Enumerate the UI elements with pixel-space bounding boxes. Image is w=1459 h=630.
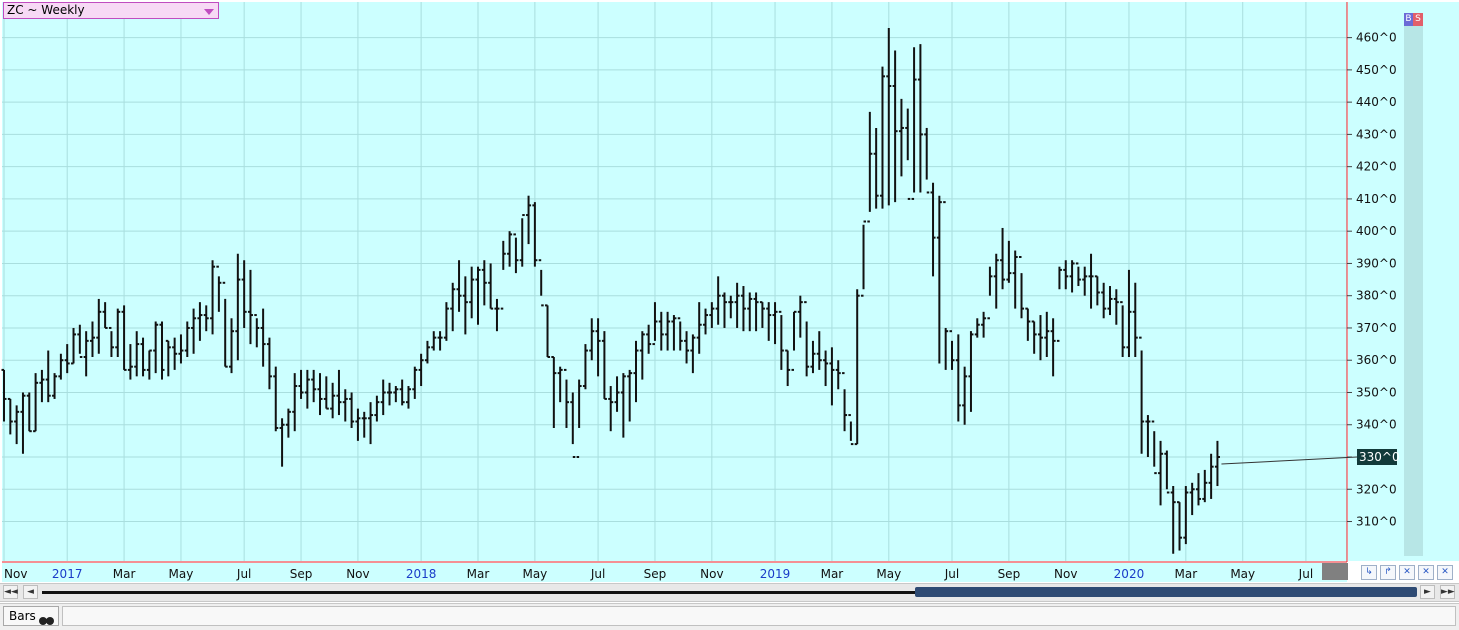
time-tick-label: Sep [998,567,1021,581]
status-field [62,606,1456,626]
price-tick-label: 410^0 [1356,192,1397,206]
last-price-label: 330^0 [1359,450,1400,464]
tool-button-2[interactable]: ↱ [1380,565,1396,580]
scroll-first-button[interactable]: ◄◄ [3,585,18,599]
price-tick-label: 310^0 [1356,515,1397,529]
price-tick-label: 430^0 [1356,127,1397,141]
time-tick-label: Mar [1175,567,1198,581]
time-tick-label: Mar [113,567,136,581]
price-tick-label: 360^0 [1356,353,1397,367]
time-tick-label: Mar [467,567,490,581]
time-tick-label: May [1230,567,1255,581]
time-tick-label: May [876,567,901,581]
bars-mode-tab[interactable]: Bars [3,606,59,626]
time-tick-label: 2020 [1114,567,1145,581]
scroll-last-button[interactable]: ►► [1440,585,1455,599]
price-tick-label: 390^0 [1356,256,1397,270]
price-tick-label: 400^0 [1356,224,1397,238]
tool-button-1[interactable]: ↳ [1361,565,1377,580]
time-tick-label: 2018 [406,567,437,581]
price-tick-label: 380^0 [1356,289,1397,303]
bars-mode-label: Bars [9,609,36,623]
price-tick-label: 440^0 [1356,95,1397,109]
scroll-next-button[interactable]: ► [1420,585,1435,599]
scroll-thumb[interactable] [915,587,1417,597]
price-tick-label: 320^0 [1356,482,1397,496]
tool-button-5[interactable]: ✕ [1437,565,1453,580]
sell-signal-badge[interactable]: S [1413,13,1423,26]
time-tick-label: 2019 [760,567,791,581]
price-axis-area [1348,2,1459,561]
scroll-prev-button[interactable]: ◄ [23,585,38,599]
time-tick-label: Nov [1054,567,1077,581]
buy-signal-badge[interactable]: B [1404,13,1413,26]
symbol-label: ZC ~ Weekly [7,3,85,17]
time-tick-label: Mar [821,567,844,581]
tool-button-3[interactable]: ✕ [1399,565,1415,580]
time-tick-label: Nov [346,567,369,581]
time-tick-label: Nov [700,567,723,581]
price-tick-label: 350^0 [1356,385,1397,399]
time-tick-label: Sep [290,567,313,581]
dropdown-arrow-icon[interactable] [204,9,214,15]
link-icon [39,612,54,630]
tool-button-4[interactable]: ✕ [1418,565,1434,580]
time-tick-label: Jul [944,567,959,581]
price-tick-label: 460^0 [1356,31,1397,45]
price-tick-label: 340^0 [1356,418,1397,432]
time-tick-label: Jul [236,567,251,581]
price-tick-label: 370^0 [1356,321,1397,335]
plot-area[interactable] [2,2,1347,561]
time-axis-area [2,563,1347,582]
time-tick-label: Sep [644,567,667,581]
time-scrollbar[interactable]: ◄◄ ◄ ► ►► [0,583,1459,602]
time-tick-label: Jul [590,567,605,581]
time-tick-label: 2017 [52,567,83,581]
status-bar: Bars [0,603,1459,630]
price-chart[interactable]: 310^0 320^0 330^0 340^0 350^0 360^0 370^0 380^0… [0,0,1459,583]
price-tick-label: 420^0 [1356,160,1397,174]
symbol-selector[interactable]: ZC ~ Weekly [3,2,219,19]
price-tick-label: 450^0 [1356,63,1397,77]
time-axis-current-marker [1322,563,1348,580]
time-tick-label: May [169,567,194,581]
time-tick-label: May [522,567,547,581]
time-tick-label: Jul [1298,567,1313,581]
signal-column [1404,26,1423,556]
time-tick-label: Nov [4,567,27,581]
